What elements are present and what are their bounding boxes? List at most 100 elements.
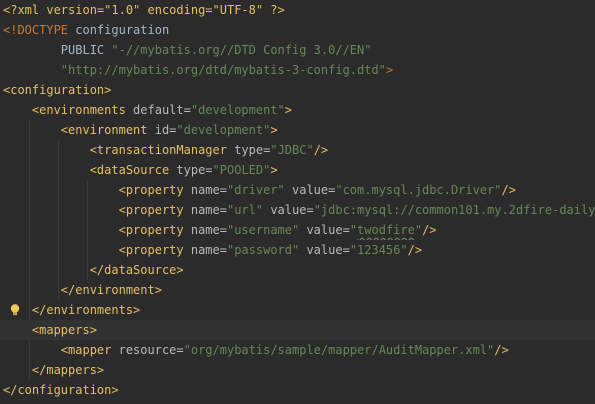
code-token: <configuration> <box>3 83 112 97</box>
code-token: <mapper <box>60 343 112 357</box>
code-token: name= <box>183 203 227 217</box>
code-line[interactable]: <property name="username" value="twodfir… <box>0 220 595 240</box>
code-token: value= <box>299 223 350 237</box>
code-token: /> <box>422 223 437 237</box>
code-line[interactable]: <property name="password" value="123456"… <box>0 240 595 260</box>
code-token: name= <box>183 243 227 257</box>
code-text: <?xml version="1.0" encoding="UTF-8" ?> <box>3 0 285 20</box>
code-token: <property <box>118 223 184 237</box>
code-line[interactable]: </configuration> <box>0 380 595 400</box>
code-line[interactable]: <mapper resource="org/mybatis/sample/map… <box>0 340 595 360</box>
code-token: value= <box>299 243 350 257</box>
code-token: twodfire <box>357 223 415 237</box>
code-line[interactable]: <configuration> <box>0 80 595 100</box>
code-token: </environments> <box>31 303 141 317</box>
code-text: </dataSource> <box>3 260 184 280</box>
code-token: name= <box>183 183 227 197</box>
code-lines: <?xml version="1.0" encoding="UTF-8" ?> <… <box>0 0 595 400</box>
code-token: PUBLIC <box>3 43 112 57</box>
code-line[interactable]: <!DOCTYPE configuration <box>0 20 595 40</box>
code-line[interactable]: PUBLIC "-//mybatis.org//DTD Config 3.0//… <box>0 40 595 60</box>
code-token: default= <box>125 103 191 117</box>
code-token: value= <box>284 183 336 197</box>
code-line[interactable]: <transactionManager type="JDBC"/> <box>0 140 595 160</box>
code-token: resource= <box>111 343 184 357</box>
code-token: "driver" <box>226 183 285 197</box>
code-token: /> <box>313 143 329 157</box>
code-text: </mappers> <box>3 360 104 380</box>
code-token: <mappers> <box>31 323 97 337</box>
code-token: "com.mysql.jdbc.Driver" <box>335 183 502 197</box>
code-token: </environment> <box>60 283 162 297</box>
code-text: <transactionManager type="JDBC"/> <box>3 140 328 160</box>
code-token: <property <box>118 243 184 257</box>
code-token: > <box>270 163 278 177</box>
code-token: /> <box>494 343 509 357</box>
code-token: " <box>349 223 358 237</box>
code-text: <environments default="development"> <box>3 100 292 120</box>
code-token: type= <box>169 163 213 177</box>
code-text: <mappers> <box>3 320 97 340</box>
code-token: > <box>385 63 394 77</box>
code-token: > <box>284 103 293 117</box>
code-text: <dataSource type="POOLED"> <box>3 160 278 180</box>
code-text: </configuration> <box>3 380 119 400</box>
code-token: "123456" <box>349 243 408 257</box>
code-token: "development" <box>190 103 285 117</box>
code-token: /> <box>501 183 516 197</box>
code-text: <!DOCTYPE configuration <box>3 20 169 40</box>
code-line[interactable]: <mappers> <box>0 320 595 340</box>
code-line[interactable]: "http://mybatis.org/dtd/mybatis-3-config… <box>0 60 595 80</box>
code-line[interactable]: <environments default="development"> <box>0 100 595 120</box>
code-line[interactable]: </environment> <box>0 280 595 300</box>
code-text: <environment id="development"> <box>3 120 278 140</box>
code-token: "-//mybatis.org//DTD Config 3.0//EN" <box>111 43 372 57</box>
code-token: "http://mybatis.org/dtd/mybatis-3-config… <box>3 63 386 77</box>
code-token: "development" <box>176 123 271 137</box>
code-text: <mapper resource="org/mybatis/sample/map… <box>3 340 509 360</box>
code-line[interactable]: <property name="driver" value="com.mysql… <box>0 180 595 200</box>
code-text: "http://mybatis.org/dtd/mybatis-3-config… <box>3 60 393 80</box>
code-token: "JDBC" <box>270 143 314 157</box>
code-token: </dataSource> <box>89 263 184 277</box>
code-token: <transactionManager <box>89 143 227 157</box>
code-token: </mappers> <box>31 363 105 377</box>
code-token: "POOLED" <box>212 163 271 177</box>
code-text: </environments> <box>3 300 140 320</box>
code-token: id= <box>147 123 177 137</box>
code-line[interactable]: <dataSource type="POOLED"> <box>0 160 595 180</box>
code-token: " <box>414 223 423 237</box>
code-text: PUBLIC "-//mybatis.org//DTD Config 3.0//… <box>3 40 372 60</box>
code-line[interactable]: </environments> <box>0 300 595 320</box>
code-token: <property <box>118 203 184 217</box>
code-line[interactable]: <environment id="development"> <box>0 120 595 140</box>
code-token: <property <box>118 183 184 197</box>
code-text: <property name="password" value="123456"… <box>3 240 422 260</box>
code-text: </environment> <box>3 280 162 300</box>
code-text: <property name="driver" value="com.mysql… <box>3 180 516 200</box>
code-editor[interactable]: <?xml version="1.0" encoding="UTF-8" ?> <… <box>0 0 595 404</box>
code-line[interactable]: <property name="url" value="jdbc:mysql:/… <box>0 200 595 220</box>
code-token: "username" <box>226 223 300 237</box>
code-token: type= <box>226 143 271 157</box>
code-token: <environment <box>60 123 148 137</box>
code-token: configuration <box>68 23 170 37</box>
code-token: <?xml version="1.0" encoding="UTF-8" ?> <box>3 3 285 17</box>
code-line[interactable]: <?xml version="1.0" encoding="UTF-8" ?> <box>0 0 595 20</box>
code-token: "org/mybatis/sample/mapper/AuditMapper.x… <box>183 343 495 357</box>
code-line[interactable]: </dataSource> <box>0 260 595 280</box>
code-line[interactable]: </mappers> <box>0 360 595 380</box>
code-token: "jdbc:mysql://common101.my.2dfire-daily.… <box>313 203 595 217</box>
